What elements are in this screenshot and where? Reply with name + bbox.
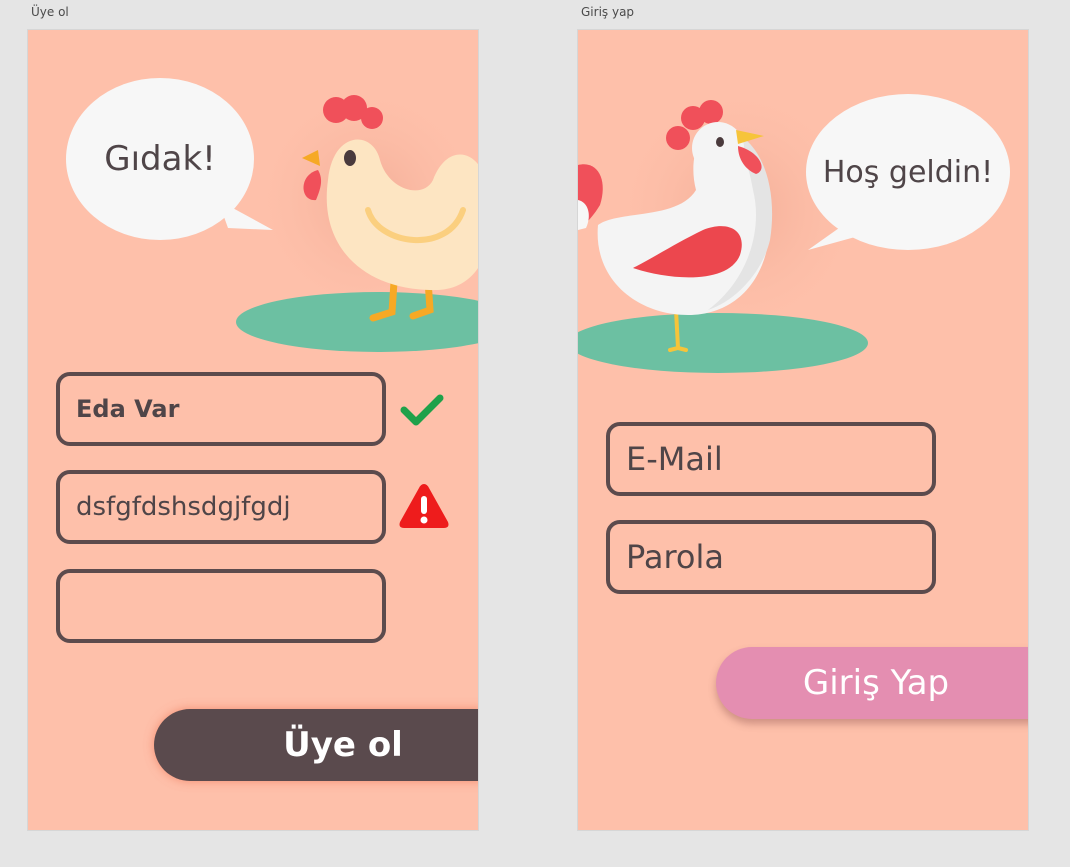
password-field[interactable]: Parola	[606, 520, 936, 594]
confirm-password-field[interactable]	[56, 569, 386, 643]
signup-button[interactable]: Üye ol	[154, 709, 478, 781]
login-button[interactable]: Giriş Yap	[716, 647, 1028, 719]
speech-text: Hoş geldin!	[822, 154, 994, 190]
name-field[interactable]: Eda Var	[56, 372, 386, 446]
password-placeholder: Parola	[626, 538, 724, 576]
ground-shape	[236, 292, 478, 352]
signup-button-label: Üye ol	[283, 725, 403, 765]
login-screen: Hoş geldin! E-Mail Parola Giriş Yap	[578, 30, 1028, 830]
name-field-value: Eda Var	[76, 395, 180, 423]
speech-bubble-tail	[808, 216, 866, 250]
speech-bubble-tail	[218, 200, 273, 230]
speech-text: Gıdak!	[104, 139, 216, 179]
artboard-title-signup: Üye ol	[31, 5, 69, 19]
checkmark-icon	[400, 394, 444, 426]
password-field-value: dsfgfdshsdgjfgdj	[76, 492, 291, 522]
password-field[interactable]: dsfgfdshsdgjfgdj	[56, 470, 386, 544]
ground-shape	[578, 313, 868, 373]
login-button-label: Giriş Yap	[802, 663, 950, 703]
artboard-title-login: Giriş yap	[581, 5, 635, 19]
warning-icon	[399, 484, 449, 528]
email-field[interactable]: E-Mail	[606, 422, 936, 496]
email-placeholder: E-Mail	[626, 440, 723, 478]
signup-screen: Gıdak! Eda Var dsfgfdshsdgjfgdj Üye ol	[28, 30, 478, 830]
